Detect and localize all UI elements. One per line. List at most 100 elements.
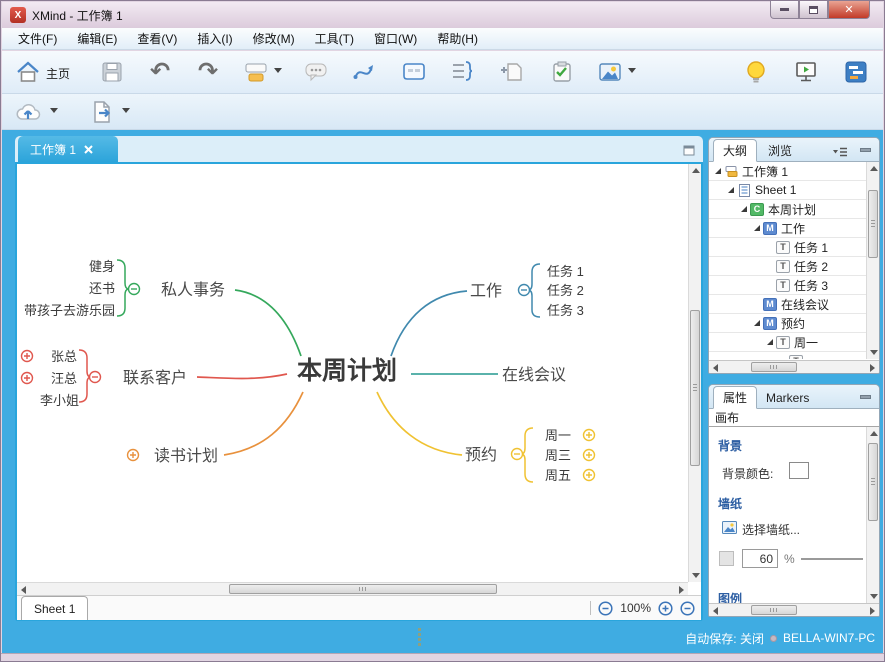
mindmap-canvas[interactable]: 本周计划 私人事务 联系客户 读书计划 工作 在线会议 预约 健身 还书 带孩子… (17, 164, 688, 582)
properties-vertical-scrollbar[interactable] (866, 427, 879, 603)
sheet-tab[interactable]: Sheet 1 (21, 596, 88, 620)
expand-arrow-icon[interactable] (740, 204, 750, 214)
subtopic-task3[interactable]: 任务 3 (547, 303, 584, 318)
export-icon[interactable] (88, 98, 116, 126)
workbook-tab[interactable]: 工作簿 1 (18, 136, 118, 162)
expand-arrow-icon[interactable] (753, 318, 763, 328)
tab-close-icon[interactable] (84, 145, 93, 154)
topic-contact[interactable]: 联系客户 (123, 369, 187, 387)
outline-vscroll-thumb[interactable] (868, 190, 878, 258)
close-button[interactable]: ✕ (828, 1, 870, 19)
tree-row-sheet[interactable]: Sheet 1 (709, 181, 879, 200)
expand-marker-monday[interactable] (584, 430, 595, 441)
expand-arrow-icon[interactable] (714, 166, 724, 176)
tab-properties[interactable]: 属性 (713, 386, 757, 409)
menu-edit[interactable]: 编辑(E) (67, 27, 127, 50)
canvas-vertical-scrollbar[interactable] (688, 164, 701, 582)
expand-marker-wang[interactable] (22, 373, 33, 384)
scroll-left-icon[interactable] (713, 607, 718, 615)
topic-work[interactable]: 工作 (470, 282, 502, 300)
tree-row-central[interactable]: C 本周计划 (709, 200, 879, 219)
save-icon[interactable] (98, 58, 126, 86)
image-dropdown[interactable] (628, 68, 636, 73)
zoom-reset-icon[interactable] (680, 601, 695, 616)
subtopic-monday[interactable]: 周一 (545, 428, 571, 443)
scroll-down-icon[interactable] (692, 573, 700, 578)
subtopic-zhang[interactable]: 张总 (51, 349, 77, 364)
expand-marker-reading[interactable] (128, 450, 139, 461)
tree-row-meeting[interactable]: M 在线会议 (709, 295, 879, 314)
menu-tools[interactable]: 工具(T) (305, 27, 364, 50)
expand-arrow-icon[interactable] (766, 337, 776, 347)
subtopic-return-books[interactable]: 还书 (89, 281, 115, 296)
scroll-left-icon[interactable] (713, 364, 718, 372)
notes-icon[interactable] (302, 58, 330, 86)
canvas-horizontal-scrollbar[interactable] (17, 582, 688, 595)
subtopic-amusement-park[interactable]: 带孩子去游乐园 (24, 303, 115, 318)
home-label[interactable]: 主页 (46, 65, 70, 82)
menu-file[interactable]: 文件(F) (8, 27, 67, 50)
collapse-marker-appointment[interactable] (512, 449, 523, 460)
zoom-out-icon[interactable] (598, 601, 613, 616)
scroll-down-icon[interactable] (870, 594, 878, 599)
subtopic-task2[interactable]: 任务 2 (547, 283, 584, 298)
tree-row-appointment[interactable]: M 预约 (709, 314, 879, 333)
zoom-in-icon[interactable] (658, 601, 673, 616)
props-hscroll-thumb[interactable] (751, 605, 797, 615)
home-icon[interactable] (14, 58, 42, 86)
boundary-icon[interactable] (400, 58, 428, 86)
summary-icon[interactable] (448, 58, 476, 86)
title-bar[interactable]: X XMind - 工作簿 1 (2, 2, 883, 28)
scroll-up-icon[interactable] (870, 431, 878, 436)
collapse-marker-contact[interactable] (90, 372, 101, 383)
expand-arrow-icon[interactable] (753, 223, 763, 233)
expand-marker-wednesday[interactable] (584, 450, 595, 461)
tab-browse[interactable]: 浏览 (759, 139, 801, 162)
wallpaper-color-swatch[interactable] (719, 551, 734, 566)
task-icon[interactable] (548, 58, 576, 86)
insert-topic-dropdown[interactable] (274, 68, 282, 73)
menu-view[interactable]: 查看(V) (127, 27, 187, 50)
insert-topic-icon[interactable] (242, 58, 270, 86)
tree-row-monday[interactable]: T 周一 (709, 333, 879, 352)
outline-horizontal-scrollbar[interactable] (709, 360, 879, 373)
expand-marker-zhang[interactable] (22, 351, 33, 362)
choose-wallpaper-link[interactable]: 选择墙纸... (742, 521, 800, 538)
subtopic-li[interactable]: 李小姐 (40, 393, 79, 408)
cloud-dropdown[interactable] (50, 108, 58, 113)
tree-row-work[interactable]: M 工作 (709, 219, 879, 238)
attachment-icon[interactable] (498, 58, 526, 86)
subtopic-wednesday[interactable]: 周三 (545, 448, 571, 463)
scroll-up-icon[interactable] (870, 166, 878, 171)
minimize-panel-icon[interactable] (860, 395, 871, 399)
properties-horizontal-scrollbar[interactable] (709, 603, 879, 616)
tree-row-task1[interactable]: T 任务 1 (709, 238, 879, 257)
collapse-marker-private[interactable] (129, 284, 140, 295)
relationship-icon[interactable] (350, 58, 378, 86)
tab-outline[interactable]: 大纲 (713, 139, 757, 162)
subtopic-task1[interactable]: 任务 1 (547, 264, 584, 279)
subtopic-wang[interactable]: 汪总 (51, 371, 77, 386)
maximize-editor-icon[interactable] (683, 143, 695, 161)
undo-icon[interactable]: ↶ (146, 58, 174, 86)
zoom-level[interactable]: 100% (620, 601, 651, 615)
tab-markers[interactable]: Markers (757, 386, 818, 409)
idea-lightbulb-icon[interactable] (742, 58, 770, 86)
expand-arrow-icon[interactable] (727, 185, 737, 195)
menu-window[interactable]: 窗口(W) (364, 27, 427, 50)
gantt-icon[interactable] (842, 58, 870, 86)
outline-hscroll-thumb[interactable] (751, 362, 797, 372)
opacity-slider[interactable] (801, 558, 863, 560)
tree-row-task2[interactable]: T 任务 2 (709, 257, 879, 276)
scroll-down-icon[interactable] (870, 350, 878, 355)
props-vscroll-thumb[interactable] (868, 443, 878, 521)
outline-vertical-scrollbar[interactable] (866, 162, 879, 359)
scroll-right-icon[interactable] (679, 586, 684, 594)
canvas-hscroll-thumb[interactable] (229, 584, 497, 594)
minimize-panel-icon[interactable] (860, 148, 871, 152)
minimize-button[interactable] (770, 1, 799, 19)
topic-reading[interactable]: 读书计划 (154, 447, 218, 465)
topic-private[interactable]: 私人事务 (161, 281, 225, 299)
cloud-upload-icon[interactable] (14, 98, 42, 126)
mindmap-svg[interactable]: 本周计划 私人事务 联系客户 读书计划 工作 在线会议 预约 健身 还书 带孩子… (17, 164, 681, 578)
